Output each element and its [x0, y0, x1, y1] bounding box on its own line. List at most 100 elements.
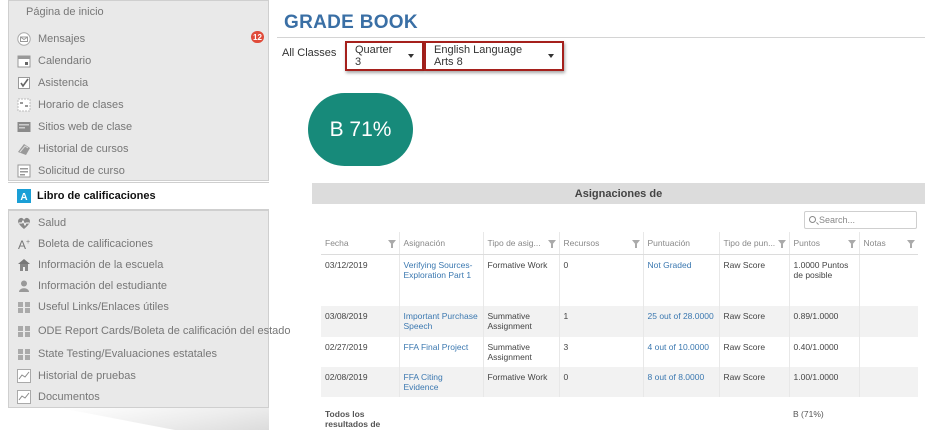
cell-recursos: 0	[558, 254, 643, 306]
empty-cell	[559, 397, 643, 434]
column-header-label: Tipo de asig...	[487, 237, 541, 248]
empty-cell	[719, 397, 789, 434]
column-header-notas[interactable]: Notas	[858, 232, 918, 255]
filter-icon[interactable]	[907, 240, 915, 248]
score-link[interactable]: 25 out of 28.0000	[642, 306, 719, 337]
cell-tipo-pun: Raw Score	[718, 306, 789, 337]
empty-cell	[643, 397, 719, 434]
sidebar-item-sitios-web[interactable]: Sitios web de clase	[17, 117, 132, 137]
sidebar-shadow	[60, 408, 269, 430]
column-header-tipo[interactable]: Tipo de asig...	[482, 232, 559, 255]
chart-icon	[17, 390, 31, 404]
cell-recursos: 1	[558, 306, 643, 337]
people-icon	[17, 347, 31, 361]
cell-recursos: 3	[558, 337, 643, 367]
sidebar-item-escuela[interactable]: Información de la escuela	[17, 255, 163, 275]
people-icon	[17, 300, 31, 314]
sidebar-item-label: Documentos	[38, 391, 100, 403]
student-icon	[17, 279, 31, 293]
tab-all-classes[interactable]: All Classes	[282, 47, 336, 59]
sidebar-item-home[interactable]: Página de inicio	[26, 6, 104, 18]
filter-icon[interactable]	[777, 240, 786, 248]
column-header-label: Tipo de pun...	[723, 237, 776, 248]
sidebar-item-label: Boleta de calificaciones	[38, 238, 153, 250]
sidebar-item-mensajes[interactable]: Mensajes	[17, 29, 85, 49]
assignment-link[interactable]: Important Purchase Speech	[398, 306, 483, 337]
report-card-icon: A +	[17, 237, 31, 251]
filter-icon[interactable]	[387, 240, 396, 248]
sidebar-item-ode-report[interactable]: ODE Report Cards/Boleta de calificación …	[17, 321, 291, 341]
column-header-puntos[interactable]: Puntos	[788, 232, 859, 255]
sidebar-item-historial-pruebas[interactable]: Historial de pruebas	[17, 366, 136, 386]
assignment-link[interactable]: FFA Final Project	[398, 337, 483, 367]
sidebar-item-historial-cursos[interactable]: Historial de cursos	[17, 139, 128, 159]
cell-tipo-pun: Raw Score	[718, 254, 789, 306]
sidebar-item-libro-calificaciones[interactable]: A Libro de calificaciones	[8, 182, 269, 210]
people-icon	[17, 324, 31, 338]
cell-tipo: Formative Work	[482, 254, 559, 306]
column-header-puntuacion[interactable]: Puntuación	[642, 232, 719, 255]
column-header-tipo-pun[interactable]: Tipo de pun...	[718, 232, 789, 255]
column-header-asignacion[interactable]: Asignación	[398, 232, 483, 255]
sidebar-item-label: Libro de calificaciones	[37, 190, 156, 202]
assignment-link[interactable]: FFA Citing Evidence	[398, 367, 483, 397]
score-link[interactable]: 4 out of 10.0000	[642, 337, 719, 367]
column-header-label: Fecha	[325, 237, 349, 248]
course-history-icon	[17, 142, 31, 156]
svg-text:A: A	[20, 192, 27, 203]
cell-recursos: 0	[558, 367, 643, 397]
cell-notas	[858, 306, 918, 337]
cell-tipo-pun: Raw Score	[718, 367, 789, 397]
health-icon	[17, 216, 31, 230]
sidebar-item-label: Salud	[38, 217, 67, 229]
sidebar-item-horario[interactable]: Horario de clases	[17, 95, 124, 115]
table-row: 03/12/2019 Verifying Sources-Exploration…	[321, 254, 918, 306]
cell-notas	[858, 337, 918, 367]
filter-icon[interactable]	[547, 240, 556, 248]
sidebar-item-label: Horario de clases	[38, 99, 124, 111]
column-header-fecha[interactable]: Fecha	[321, 232, 399, 255]
sidebar-item-useful-links[interactable]: Useful Links/Enlaces útiles	[17, 297, 169, 317]
sidebar-item-label: Solicitud de curso	[38, 165, 125, 177]
cell-tipo: Formative Work	[482, 367, 559, 397]
empty-cell	[483, 397, 559, 434]
sidebar-item-salud[interactable]: Salud	[17, 213, 66, 233]
cell-puntos: 0.40/1.0000	[788, 337, 859, 367]
filter-icon[interactable]	[631, 240, 640, 248]
filter-icon[interactable]	[847, 240, 856, 248]
column-header-label: Puntos	[793, 237, 820, 248]
course-dropdown-value: English Language Arts 8	[434, 44, 523, 68]
score-link[interactable]: 8 out of 8.0000	[642, 367, 719, 397]
calendar-icon	[17, 54, 31, 68]
course-request-icon	[17, 164, 31, 178]
score-link[interactable]: Not Graded	[642, 254, 719, 306]
cell-fecha: 03/12/2019	[325, 259, 368, 270]
sidebar-item-label: Asistencia	[38, 77, 89, 89]
sidebar-item-estudiante[interactable]: Información del estudiante	[17, 276, 167, 296]
header-divider	[277, 37, 925, 38]
assignments-table: Fecha Asignación Tipo de asig... Recurso…	[321, 232, 918, 434]
table-row: 02/08/2019 FFA Citing Evidence Formative…	[321, 367, 918, 397]
sidebar-item-boleta[interactable]: A + Boleta de calificaciones	[17, 234, 153, 254]
schedule-icon	[17, 98, 31, 112]
sidebar-item-state-testing[interactable]: State Testing/Evaluaciones estatales	[17, 344, 217, 364]
sidebar-item-solicitud-curso[interactable]: Solicitud de curso	[17, 161, 125, 181]
column-header-label: Asignación	[403, 237, 446, 248]
column-header-recursos[interactable]: Recursos	[558, 232, 643, 255]
assignment-link[interactable]: Verifying Sources-Exploration Part 1	[398, 254, 483, 306]
total-value: B (71%)	[793, 409, 824, 419]
cell-notas	[858, 367, 918, 397]
search-icon	[809, 216, 816, 223]
sidebar-item-label: Información del estudiante	[38, 280, 168, 292]
sidebar-item-calendario[interactable]: Calendario	[17, 51, 91, 71]
sidebar-item-documentos[interactable]: Documentos	[17, 387, 100, 407]
quarter-dropdown[interactable]: Quarter 3	[345, 41, 424, 71]
sidebar-item-asistencia[interactable]: Asistencia	[17, 73, 88, 93]
gradebook-icon: A	[17, 189, 31, 203]
search-input[interactable]: Search...	[804, 211, 917, 229]
cell-tipo: Summative Assignment	[482, 337, 559, 367]
cell-fecha: 02/08/2019	[321, 367, 399, 397]
course-dropdown[interactable]: English Language Arts 8	[424, 41, 564, 71]
search-placeholder: Search...	[819, 215, 856, 225]
cell-tipo: Summative Assignment	[482, 306, 559, 337]
